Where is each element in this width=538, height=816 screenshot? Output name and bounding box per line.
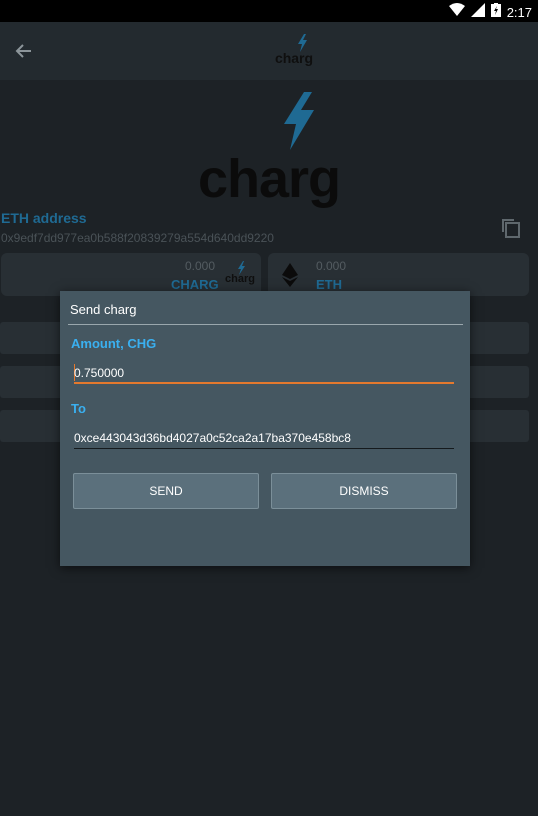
app-logo: charg: [274, 34, 314, 70]
dialog-title: Send charg: [70, 302, 137, 317]
dismiss-button[interactable]: DISMISS: [271, 473, 457, 509]
status-time: 2:17: [506, 4, 532, 20]
eth-balance-amount: 0.000: [316, 259, 347, 273]
hero-logo-text: charg: [197, 149, 341, 209]
back-arrow-icon[interactable]: [12, 40, 34, 62]
eth-address-label: ETH address: [1, 210, 87, 226]
to-address-input[interactable]: 0xce443043d36bd4027a0c52ca2a17ba370e458b…: [74, 427, 454, 449]
eth-balance-currency: ETH: [316, 277, 342, 292]
dialog-divider: [68, 324, 463, 325]
amount-input[interactable]: 0.750000: [74, 362, 454, 384]
signal-icon: [470, 3, 485, 22]
send-button[interactable]: SEND: [73, 473, 259, 509]
hero-lightning-bolt-icon: [284, 92, 314, 150]
to-input-underline: [74, 448, 454, 449]
hero-logo: charg: [0, 92, 538, 209]
ethereum-icon: [282, 263, 298, 292]
to-label: To: [71, 401, 86, 416]
amount-value: 0.750000: [74, 366, 125, 380]
charg-balance-card[interactable]: 0.000 CHARG charg: [1, 253, 261, 296]
battery-charging-icon: [490, 3, 501, 22]
eth-address-value: 0x9edf7dd977ea0b588f20839279a554d640dd92…: [1, 231, 274, 245]
app-bar: charg: [0, 22, 538, 80]
charg-balance-currency: CHARG: [171, 277, 219, 292]
wifi-icon: [448, 3, 465, 22]
copy-icon[interactable]: [500, 217, 522, 239]
amount-input-underline: [74, 382, 454, 384]
status-bar: 2:17: [0, 0, 538, 22]
amount-label: Amount, CHG: [71, 336, 157, 351]
charg-balance-amount: 0.000: [185, 259, 216, 273]
charg-logo-icon: charg: [225, 261, 255, 289]
app-logo-text: charg: [274, 50, 314, 66]
to-address-value: 0xce443043d36bd4027a0c52ca2a17ba370e458b…: [74, 431, 351, 445]
send-dialog: Send charg Amount, CHG 0.750000 To 0xce4…: [60, 291, 470, 566]
eth-balance-card[interactable]: 0.000 ETH: [268, 253, 529, 296]
charg-logo-text: charg: [225, 273, 255, 285]
